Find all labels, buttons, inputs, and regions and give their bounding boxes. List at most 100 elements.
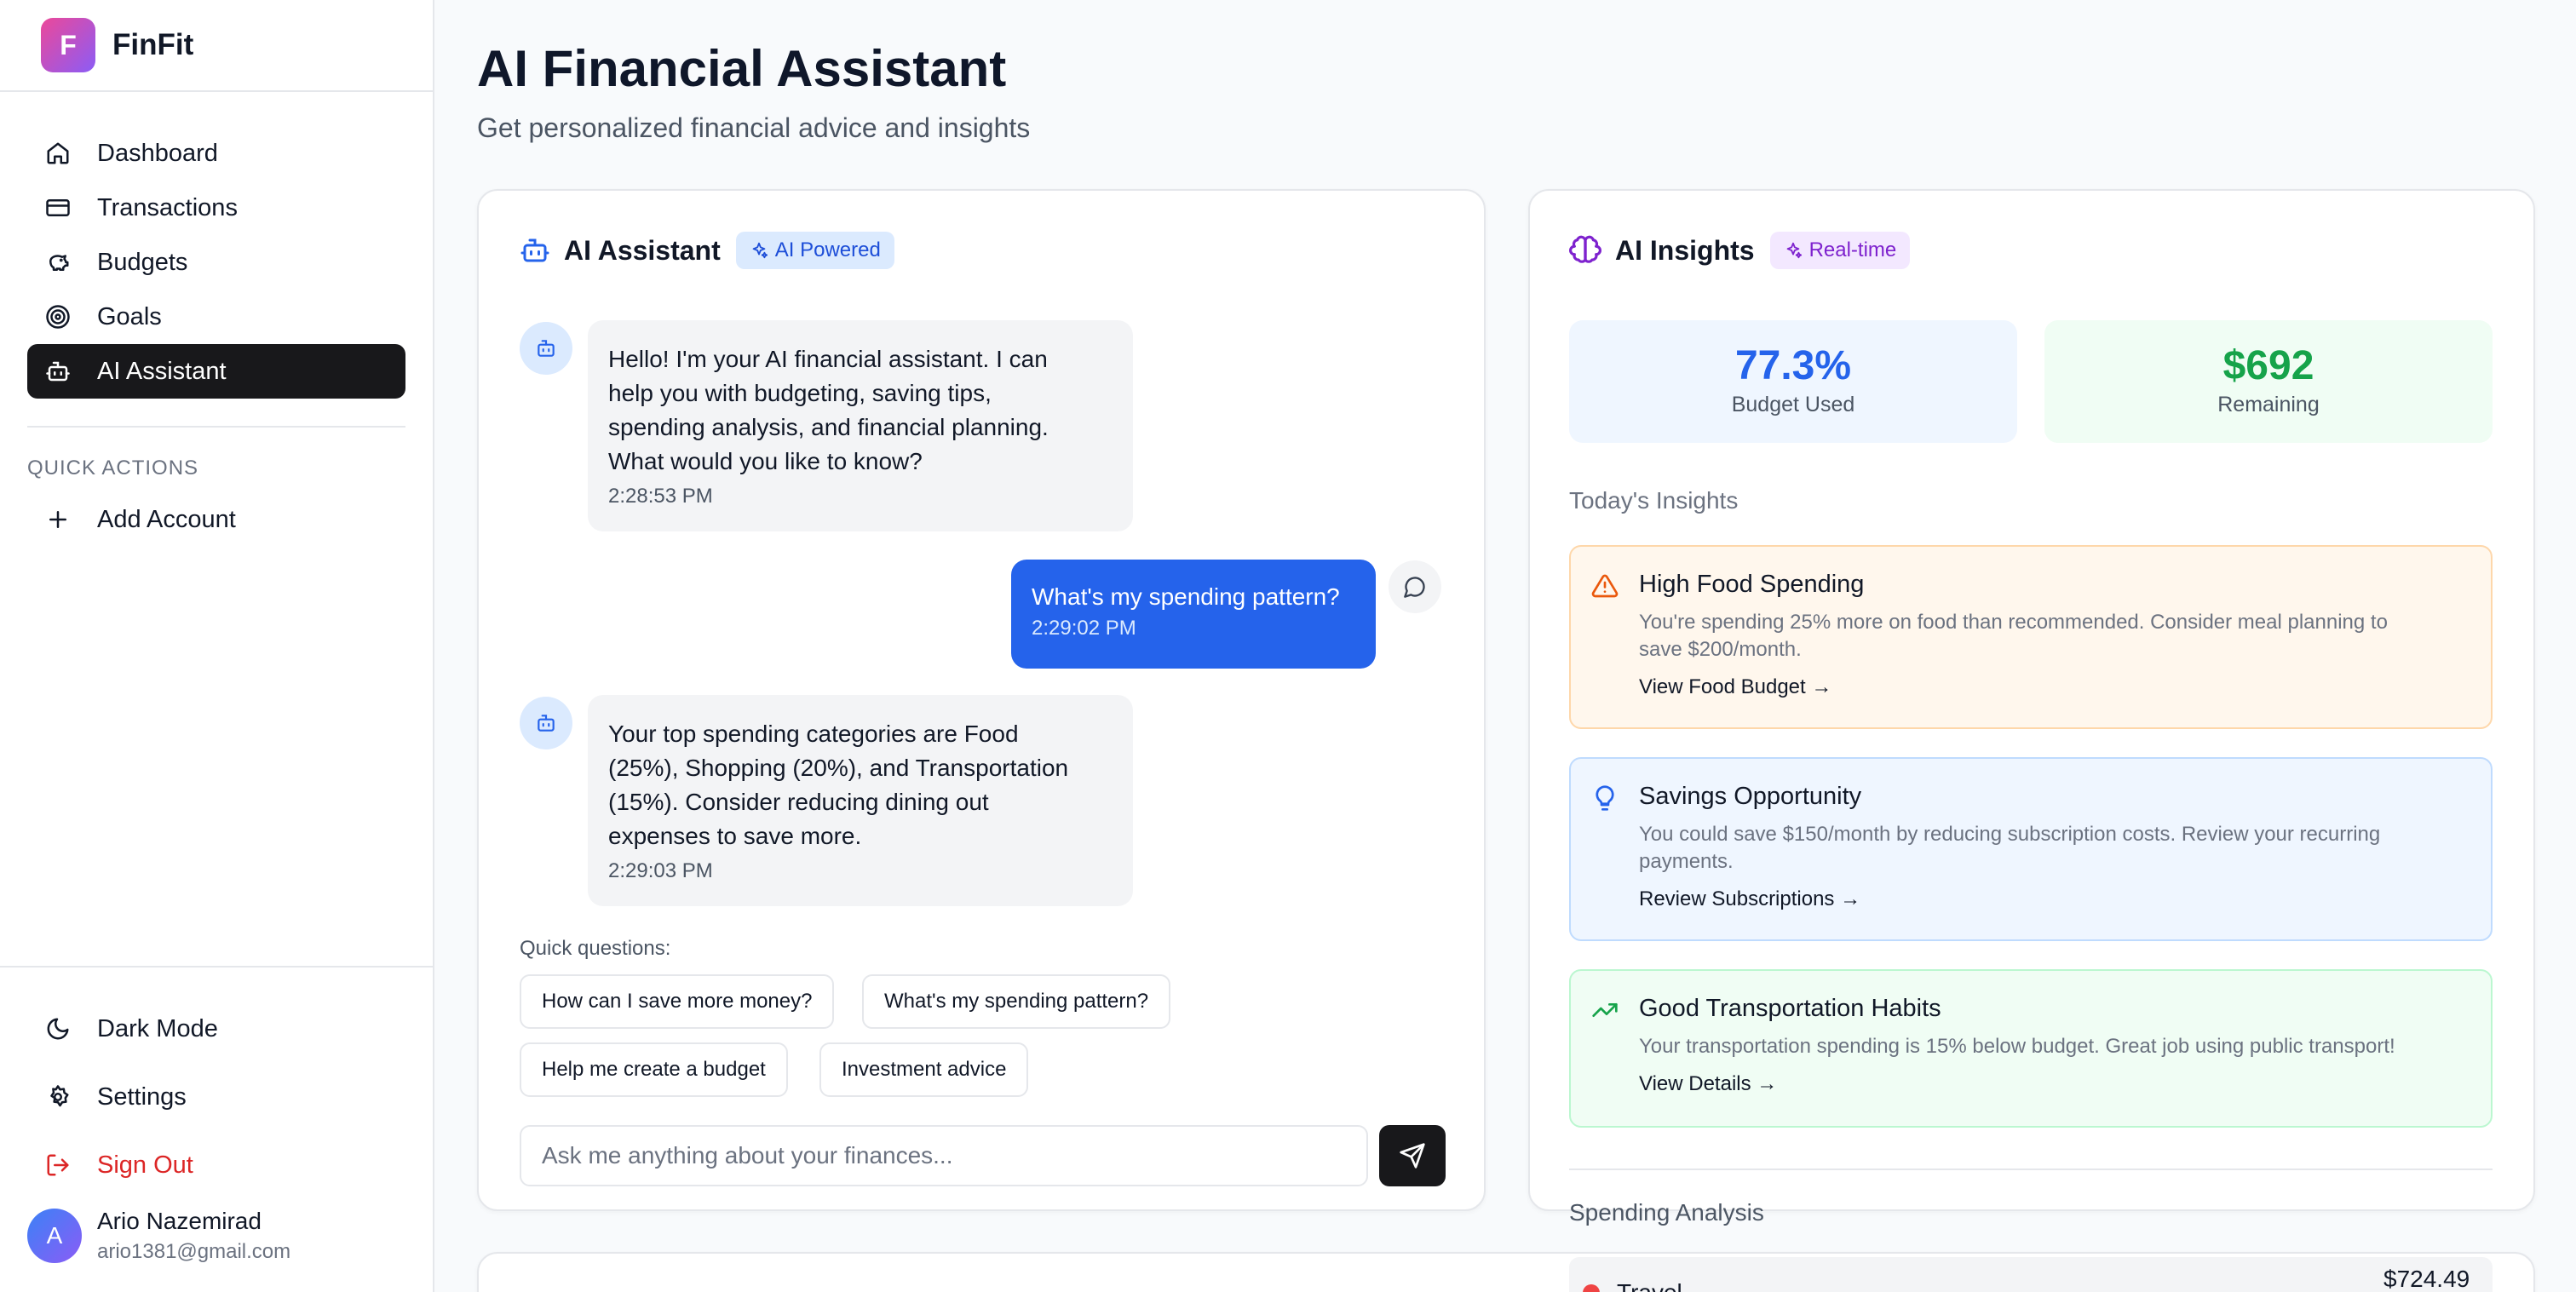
bot-message: Hello! I'm your AI financial assistant. … (588, 320, 1133, 531)
view-food-budget-link[interactable]: View Food Budget → (1639, 675, 2469, 699)
user-info: Ario Nazemirad ario1381@gmail.com (97, 1208, 290, 1264)
message-time: 2:29:03 PM (608, 859, 713, 882)
user-email: ario1381@gmail.com (97, 1240, 291, 1263)
sidebar-item-dashboard[interactable]: Dashboard (27, 126, 405, 181)
spending-category: Travel (1617, 1279, 1682, 1292)
quick-question-chip[interactable]: How can I save more money? (520, 974, 835, 1029)
insight-description: You could save $150/month by reducing su… (1639, 821, 2469, 876)
bot-icon (535, 337, 557, 359)
sign-out-button[interactable]: Sign Out (27, 1131, 405, 1199)
insight-description-line: You could save $150/month by reducing su… (1639, 823, 2381, 846)
app-name[interactable]: FinFit (112, 28, 193, 62)
sidebar-item-label: AI Assistant (97, 357, 227, 385)
insight-description-line: save $200/month. (1639, 638, 1802, 661)
insight-title: High Food Spending (1639, 571, 1865, 598)
trending-up-icon (1591, 996, 1619, 1024)
ai-powered-badge: AI Powered (735, 232, 894, 269)
message-time: 2:28:53 PM (608, 485, 713, 508)
insight-description-line: payments. (1639, 850, 1734, 873)
gear-icon (44, 1083, 72, 1111)
lightbulb-icon (1591, 784, 1619, 812)
settings-label: Settings (97, 1082, 187, 1111)
insight-description: Your transportation spending is 15% belo… (1639, 1033, 2469, 1060)
message-circle-icon (1403, 575, 1427, 599)
sidebar-item-budgets[interactable]: Budgets (27, 235, 405, 290)
budget-used-label: Budget Used (1731, 393, 1855, 416)
insight-card-transportation: Good Transportation Habits Your transpor… (1569, 969, 2493, 1128)
remaining-stat: $692 Remaining (2044, 320, 2493, 443)
piggy-bank-icon (44, 249, 72, 276)
brain-icon (1569, 234, 1601, 267)
bot-icon (535, 712, 557, 734)
target-icon (44, 303, 72, 330)
page-subtitle: Get personalized financial advice and in… (477, 112, 1031, 143)
avatar: A (27, 1209, 82, 1263)
assistant-title: AI Assistant (564, 234, 721, 266)
assistant-card-header: AI Assistant AI Powered (520, 232, 894, 269)
quick-question-chip[interactable]: Help me create a budget (520, 1042, 788, 1097)
dark-mode-label: Dark Mode (97, 1014, 218, 1042)
ai-powered-label: AI Powered (774, 238, 881, 261)
send-button[interactable] (1379, 1125, 1446, 1186)
bot-avatar (520, 322, 572, 375)
sidebar-item-ai-assistant[interactable]: AI Assistant (27, 344, 405, 399)
todays-insights-label: Today's Insights (1569, 487, 1739, 514)
dark-mode-toggle[interactable]: Dark Mode (27, 995, 405, 1063)
user-profile[interactable]: A Ario Nazemirad ario1381@gmail.com (27, 1208, 405, 1264)
message-line: What's my spending pattern? (1032, 583, 1340, 610)
page-title: AI Financial Assistant (477, 40, 1007, 97)
view-details-link[interactable]: View Details → (1639, 1072, 2469, 1096)
add-account-button[interactable]: Add Account (27, 492, 405, 547)
insight-card-savings: Savings Opportunity You could save $150/… (1569, 757, 2493, 941)
message-line: What would you like to know? (608, 448, 923, 474)
remaining-value: $692 (2222, 343, 2314, 388)
main-nav: Dashboard Transactions Budgets Goals AI … (0, 92, 433, 547)
bot-icon (520, 235, 550, 266)
settings-button[interactable]: Settings (27, 1063, 405, 1131)
bot-message: Your top spending categories are Food (2… (588, 695, 1133, 906)
insights-title: AI Insights (1615, 234, 1755, 266)
user-message-avatar (1389, 560, 1441, 613)
review-subscriptions-link[interactable]: Review Subscriptions → (1639, 887, 2469, 911)
sidebar-item-goals[interactable]: Goals (27, 290, 405, 344)
plus-icon (44, 506, 72, 533)
quick-actions-heading: QUICK ACTIONS (27, 457, 199, 479)
chat-input[interactable]: Ask me anything about your finances... (520, 1125, 1368, 1186)
message-line: spending analysis, and financial plannin… (608, 414, 1049, 440)
app-logo[interactable]: F (41, 18, 95, 72)
sidebar-item-label: Transactions (97, 193, 238, 221)
quick-questions-label: Quick questions: (520, 937, 671, 960)
user-message: What's my spending pattern? 2:29:02 PM (1011, 560, 1376, 669)
quick-question-chip[interactable]: Investment advice (819, 1042, 1029, 1097)
log-out-icon (44, 1151, 72, 1179)
message-time: 2:29:02 PM (1032, 617, 1136, 640)
message-line: Hello! I'm your AI financial assistant. … (608, 346, 1048, 372)
bot-icon (44, 358, 72, 385)
alert-triangle-icon (1591, 572, 1619, 600)
spending-analysis-label: Spending Analysis (1569, 1199, 1764, 1226)
sidebar-bottom: Dark Mode Settings Sign Out A Ario Nazem… (0, 966, 433, 1264)
message-line: Your top spending categories are Food (608, 721, 1019, 747)
message-line: expenses to save more. (608, 823, 862, 849)
real-time-badge: Real-time (1769, 232, 1911, 269)
moon-icon (44, 1015, 72, 1042)
insight-title: Good Transportation Habits (1639, 995, 1941, 1022)
user-name: Ario Nazemirad (97, 1208, 262, 1234)
insight-description: You're spending 25% more on food than re… (1639, 609, 2469, 663)
sidebar: F FinFit Dashboard Transactions Budgets (0, 0, 434, 1292)
credit-card-icon (44, 194, 72, 221)
insight-card-food: High Food Spending You're spending 25% m… (1569, 545, 2493, 729)
sidebar-item-transactions[interactable]: Transactions (27, 181, 405, 235)
sidebar-item-label: Goals (97, 302, 162, 330)
message-line: (15%). Consider reducing dining out (608, 789, 989, 815)
real-time-label: Real-time (1808, 238, 1897, 261)
sign-out-label: Sign Out (97, 1151, 193, 1179)
sparkles-icon (750, 241, 768, 260)
home-icon (44, 140, 72, 167)
message-line: (25%), Shopping (20%), and Transportatio… (608, 755, 1069, 781)
quick-question-chip[interactable]: What's my spending pattern? (862, 974, 1171, 1029)
spending-row (1569, 1257, 2493, 1292)
remaining-label: Remaining (2217, 393, 2320, 416)
budget-used-stat: 77.3% Budget Used (1569, 320, 2017, 443)
insight-description-line: Your transportation spending is 15% belo… (1639, 1035, 2395, 1058)
